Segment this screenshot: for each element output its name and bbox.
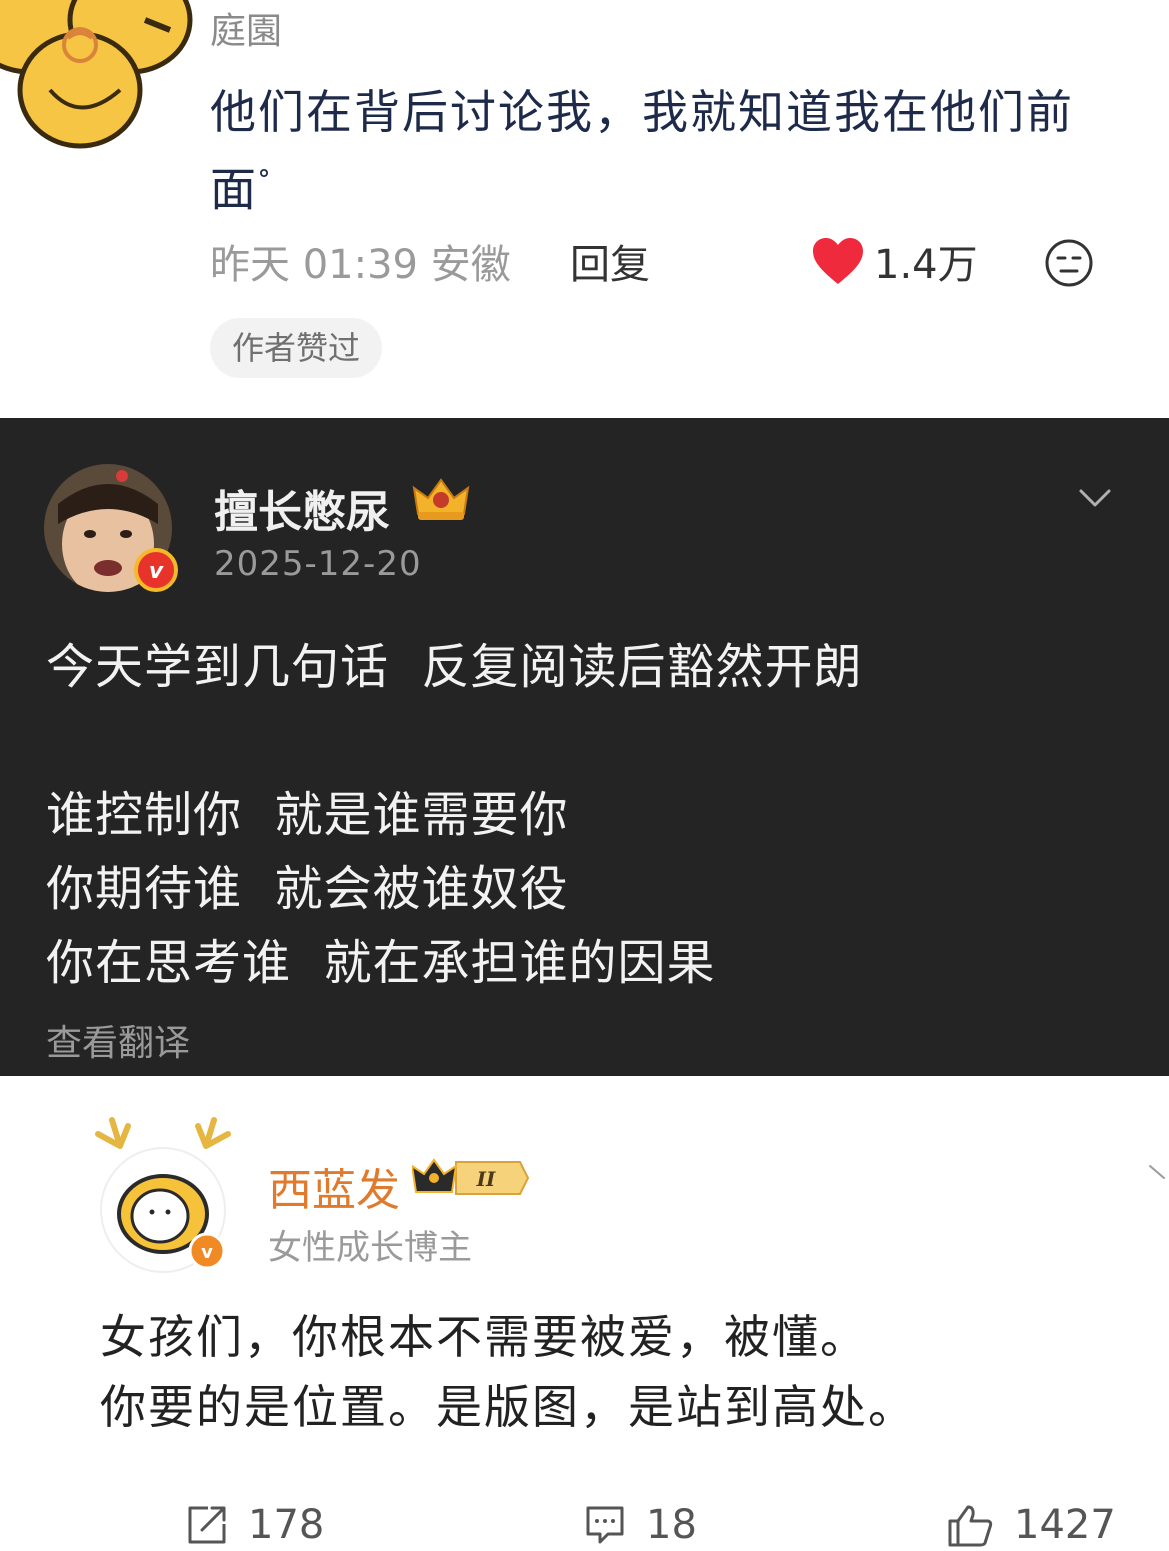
post-text: 今天学到几句话 反复阅读后豁然开朗 谁控制你 就是谁需要你 你期待谁 就会被谁奴…	[46, 639, 863, 991]
level-badge-text: II	[476, 1167, 496, 1191]
comment-text: 他们在背后讨论我，我就知道我在他们前面ᐤ	[210, 78, 1110, 223]
translate-link[interactable]: 查看翻译	[46, 1014, 190, 1066]
comment-time: 昨天 01:39	[210, 242, 418, 288]
verified-badge-icon: v	[188, 1232, 226, 1270]
heart-icon[interactable]	[812, 238, 864, 286]
emoji-icon[interactable]	[1044, 238, 1094, 288]
dark-post-card: v 擅长憋尿 2025-12-20 今天学到几句话 反复阅读后豁然开朗 谁控制你…	[0, 418, 1169, 1076]
post-text: 女孩们，你根本不需要被爱，被懂。 你要的是位置。是版图，是站到高处。	[100, 1310, 916, 1434]
thumbs-up-icon	[948, 1505, 993, 1547]
comment-button[interactable]: 18	[584, 1500, 697, 1550]
like-button[interactable]: 1427	[946, 1500, 1116, 1550]
post-card: v 西蓝发 II 女性成长博主 女孩们，你根本不需要被爱，被懂。 你要的是位置。…	[0, 1076, 1169, 1551]
share-count: 178	[248, 1502, 325, 1548]
level-badge-icon: II	[412, 1158, 530, 1195]
share-icon	[188, 1506, 226, 1544]
user-subtitle: 女性成长博主	[268, 1228, 472, 1268]
reply-button[interactable]: 回复	[570, 232, 650, 290]
comment-body: 他们在背后讨论我，我就知道我在他们前面	[210, 85, 1074, 217]
username[interactable]: 擅长憋尿	[214, 476, 390, 540]
comment-card: 庭園 他们在背后讨论我，我就知道我在他们前面ᐤ 昨天 01:39 安徽 回复 1…	[0, 0, 1169, 418]
crown-icon	[412, 478, 470, 520]
comment-icon	[586, 1506, 624, 1544]
like-count: 1427	[1014, 1502, 1116, 1548]
post-date: 2025-12-20	[214, 544, 422, 584]
search-hint-icon[interactable]: ᐤ	[258, 162, 272, 197]
verified-badge-icon: v	[134, 548, 178, 592]
like-count: 1.4万	[874, 242, 978, 288]
chevron-down-icon[interactable]	[1148, 1160, 1169, 1184]
chevron-down-icon[interactable]	[1078, 486, 1112, 510]
svg-text:v: v	[149, 559, 164, 584]
share-button[interactable]: 178	[186, 1500, 324, 1550]
svg-text:v: v	[201, 1242, 213, 1263]
username[interactable]: 西蓝发	[268, 1154, 400, 1218]
author-liked-tag: 作者赞过	[210, 318, 383, 378]
comment-location: 安徽	[430, 242, 511, 288]
comment-meta: 昨天 01:39 安徽	[210, 232, 511, 290]
comment-author[interactable]: 庭園	[210, 2, 282, 54]
comment-count: 18	[646, 1502, 697, 1548]
flower-avatar-icon[interactable]	[0, 0, 200, 150]
